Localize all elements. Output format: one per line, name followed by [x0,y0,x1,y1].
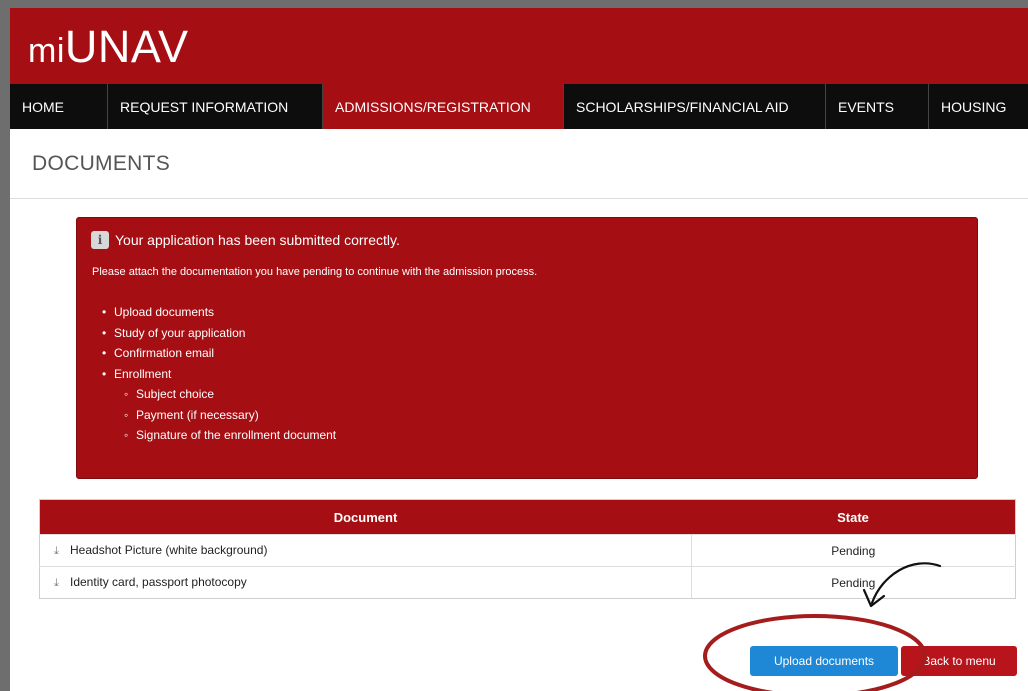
nav-tab-housing[interactable]: HOUSING [929,84,1028,129]
download-icon: ⤓ [54,545,59,557]
document-name: Headshot Picture (white background) [70,543,268,557]
list-subitem: Payment (if necessary) [92,405,336,426]
window-frame-top [0,0,1028,8]
site-header: miUNAV [10,8,1028,84]
list-item: Enrollment [92,364,336,385]
column-header-state: State [691,499,1016,535]
alert-title: Your application has been submitted corr… [115,232,400,248]
back-to-menu-button[interactable]: Back to menu [901,646,1017,676]
title-divider [10,198,1028,199]
logo-prefix: mi [28,32,65,70]
documents-table: Document State ⤓ Headshot Picture (white … [39,499,1016,599]
state-cell: Pending [691,566,1016,599]
list-subitem: Subject choice [92,384,336,405]
column-header-document: Document [39,499,691,535]
submission-alert: i Your application has been submitted co… [76,217,978,479]
table-row: ⤓ Headshot Picture (white background) Pen… [39,534,1016,567]
nav-tab-home[interactable]: HOME [10,84,108,129]
nav-tab-admissions-registration[interactable]: ADMISSIONS/REGISTRATION [323,84,564,129]
alert-title-row: i Your application has been submitted co… [91,231,400,249]
process-steps-list: Upload documents Study of your applicati… [92,302,336,446]
table-header-row: Document State [39,499,1016,535]
list-item: Upload documents [92,302,336,323]
document-cell[interactable]: ⤓ Identity card, passport photocopy [39,566,692,599]
nav-tab-request-information[interactable]: REQUEST INFORMATION [108,84,323,129]
document-cell[interactable]: ⤓ Headshot Picture (white background) [39,534,692,567]
list-item: Confirmation email [92,343,336,364]
download-icon: ⤓ [54,577,59,589]
list-subitem: Signature of the enrollment document [92,425,336,446]
list-item: Study of your application [92,323,336,344]
logo[interactable]: miUNAV [28,22,189,76]
window-frame-left [0,0,10,691]
alert-message: Please attach the documentation you have… [92,266,538,278]
nav-tab-events[interactable]: EVENTS [826,84,929,129]
info-icon: i [91,231,109,249]
page-title: DOCUMENTS [32,152,171,175]
table-row: ⤓ Identity card, passport photocopy Pendi… [39,566,1016,599]
upload-documents-button[interactable]: Upload documents [750,646,898,676]
state-cell: Pending [691,534,1016,567]
document-name: Identity card, passport photocopy [70,575,247,589]
nav-tab-scholarships-financial-aid[interactable]: SCHOLARSHIPS/FINANCIAL AID [564,84,826,129]
main-nav: HOME REQUEST INFORMATION ADMISSIONS/REGI… [10,84,1028,129]
logo-main: UNAV [64,21,189,72]
